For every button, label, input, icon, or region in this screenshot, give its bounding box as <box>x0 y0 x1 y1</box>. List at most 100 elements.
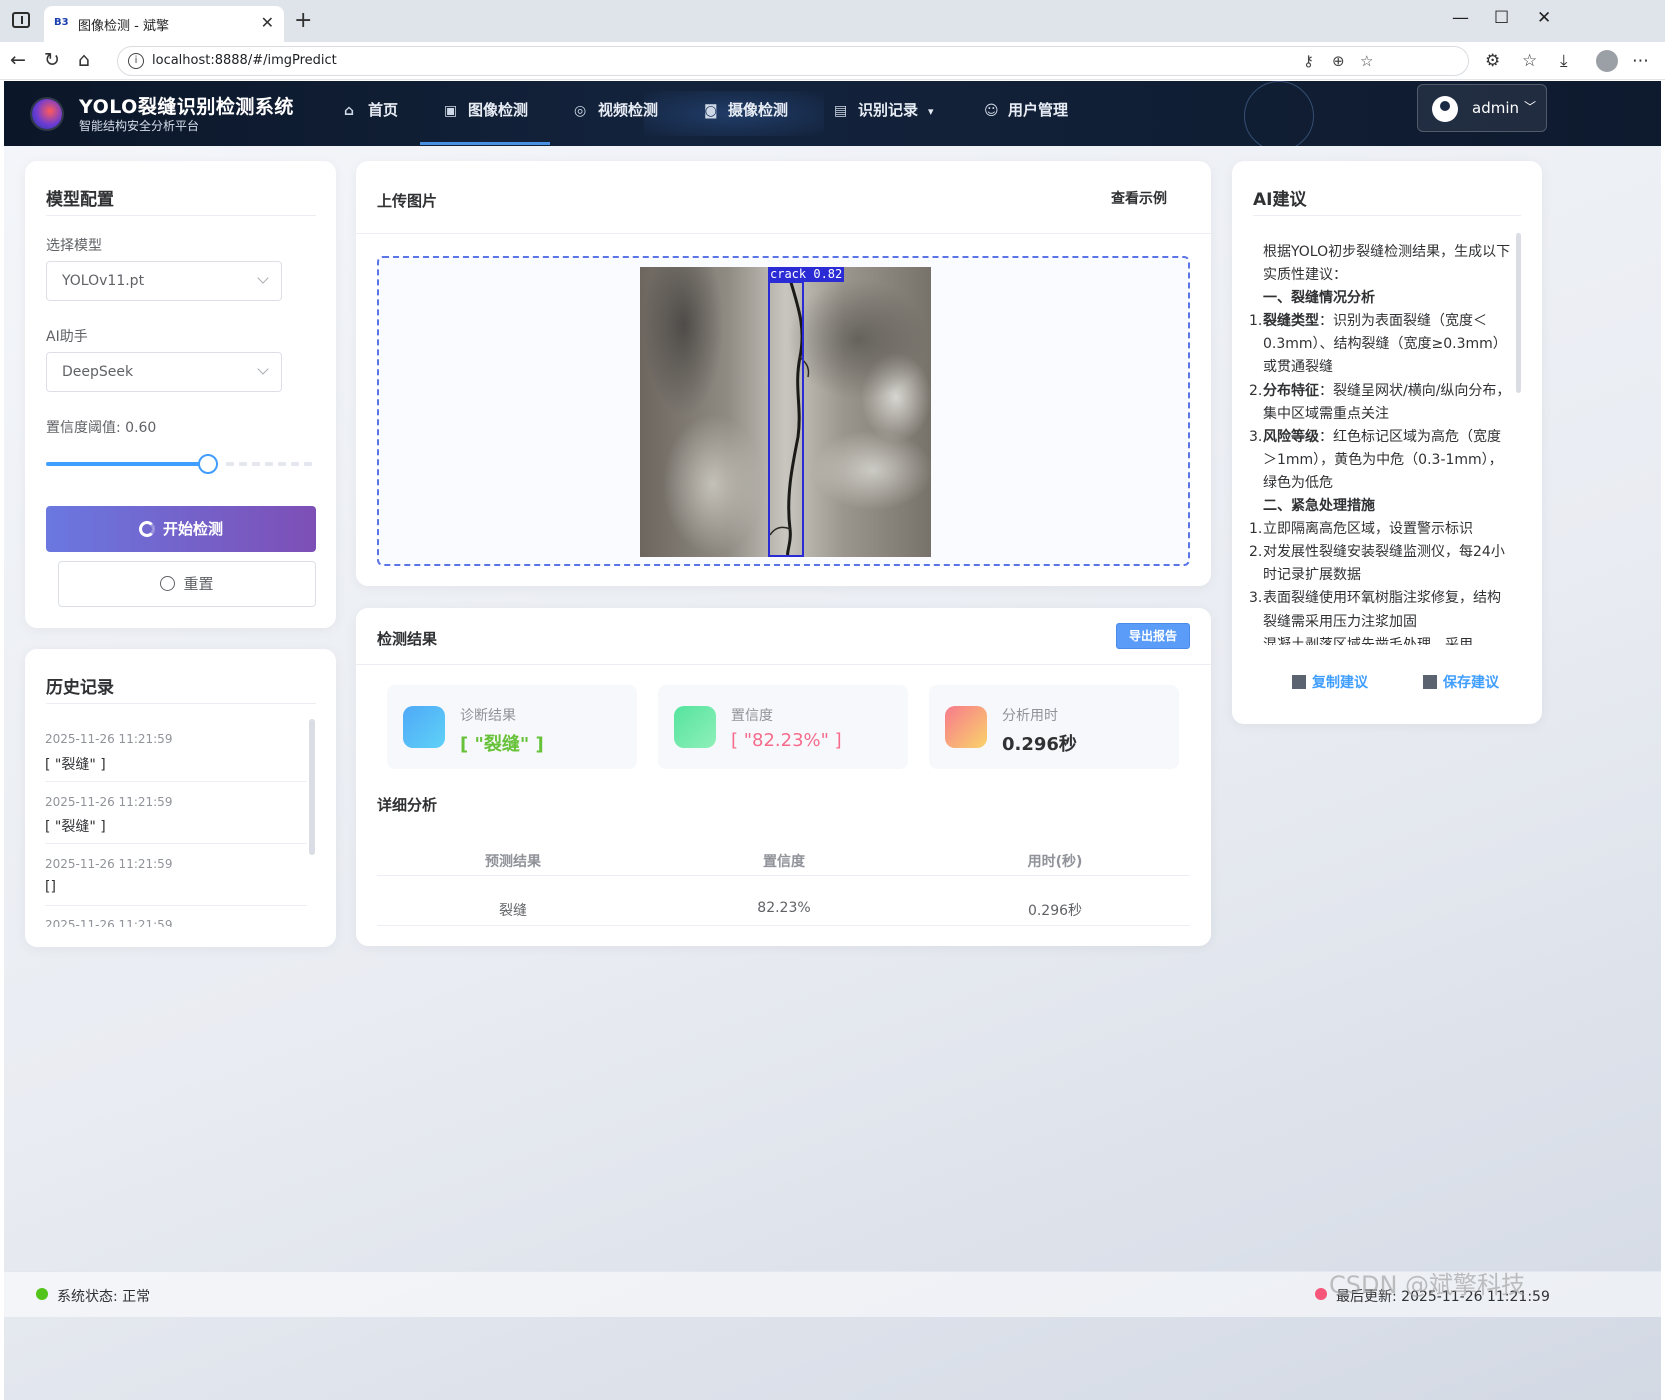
home-icon: ⌂ <box>344 103 355 119</box>
minimize-icon[interactable]: — <box>1452 8 1469 28</box>
slider-track-segment <box>239 462 247 466</box>
downloads-icon[interactable]: ⤓ <box>1560 51 1568 71</box>
play-icon: ◎ <box>574 103 587 119</box>
system-status: 系统状态: 正常 <box>57 1289 151 1305</box>
slider-track-segment <box>291 462 299 466</box>
detection-box <box>768 281 804 557</box>
chevron-down-icon: ▾ <box>928 105 934 118</box>
confidence-icon <box>674 706 716 748</box>
address-bar: ← ↻ ⌂ i localhost:8888/#/imgPredict ⚷ ⊕ … <box>0 42 1665 80</box>
export-report-button[interactable]: 导出报告 <box>1116 623 1190 649</box>
app-header: YOLO裂缝识别检测系统 智能结构安全分析平台 ⌂ 首页 ▣ 图像检测 ◎ 视频检测 … <box>4 81 1661 146</box>
time-value: 0.296秒 <box>1002 734 1077 755</box>
reload-icon[interactable]: ↻ <box>44 49 60 71</box>
slider-thumb[interactable] <box>198 454 218 474</box>
browser-tab[interactable]: B3 图像检测 - 斌擎 ✕ <box>44 6 284 42</box>
nav-image-detect[interactable]: ▣ 图像检测 <box>444 99 528 127</box>
extensions-icon[interactable]: ⚙ <box>1485 51 1500 71</box>
view-example-link[interactable]: 查看示例 <box>1111 188 1167 208</box>
watermark: CSDN @斌擎科技 <box>1329 1271 1526 1299</box>
table-header: 用时(秒) <box>1027 854 1083 870</box>
copy-icon <box>1292 675 1306 689</box>
app-root: YOLO裂缝识别检测系统 智能结构安全分析平台 ⌂ 首页 ▣ 图像检测 ◎ 视频检测 … <box>4 81 1661 1400</box>
slider-track-segment <box>278 462 286 466</box>
logo-icon <box>32 99 62 129</box>
timer-icon <box>945 706 987 748</box>
url-text: localhost:8888/#/imgPredict <box>152 53 337 68</box>
slider-track-segment <box>226 462 234 466</box>
home-icon[interactable]: ⌂ <box>78 49 90 71</box>
slider-fill <box>46 462 208 466</box>
ai-scrollbar[interactable] <box>1516 233 1521 393</box>
nav-home[interactable]: ⌂ 首页 <box>344 99 398 127</box>
reset-button[interactable]: 重置 <box>58 561 316 607</box>
ai-advice-content[interactable]: 根据YOLO初步裂缝检测结果，生成以下实质性建议： 一、裂缝情况分析 1. 裂缝类… <box>1249 233 1525 645</box>
more-icon[interactable]: ⋯ <box>1632 51 1649 71</box>
favorite-star-icon[interactable]: ☆ <box>1360 52 1373 70</box>
chevron-down-icon: ﹀ <box>1524 100 1537 114</box>
maximize-icon[interactable]: ☐ <box>1494 8 1509 28</box>
history-title: 历史记录 <box>46 678 114 698</box>
confidence-value: [ "82.23%" ] <box>731 730 842 751</box>
back-icon[interactable]: ← <box>10 49 26 71</box>
table-header: 置信度 <box>763 854 805 870</box>
favorites-icon[interactable]: ☆ <box>1522 51 1537 71</box>
save-advice-button[interactable]: 保存建议 <box>1423 672 1499 692</box>
stat-time: 分析用时 0.296秒 <box>929 685 1179 769</box>
refresh-icon <box>160 576 176 591</box>
update-dot <box>1315 1288 1327 1300</box>
profile-avatar[interactable] <box>1596 50 1618 72</box>
confidence-slider[interactable] <box>25 161 336 481</box>
model-config-card: 模型配置 选择模型 YOLOv11.pt AI助手 DeepSeek 置信度阈值… <box>25 161 336 628</box>
document-icon: ▤ <box>834 103 848 119</box>
image-icon: ▣ <box>444 103 458 119</box>
browser-tab-bar: B3 图像检测 - 斌擎 ✕ + — ☐ ✕ <box>0 0 1665 42</box>
ai-advice-card: AI建议 根据YOLO初步裂缝检测结果，生成以下实质性建议： 一、裂缝情况分析 … <box>1232 161 1542 724</box>
close-window-icon[interactable]: ✕ <box>1537 8 1551 28</box>
stat-diagnosis: 诊断结果 [ "裂缝" ] <box>387 685 637 769</box>
key-icon[interactable]: ⚷ <box>1303 52 1314 70</box>
history-list[interactable]: 2025-11-26 11:21:59 [ "裂缝" ] 2025-11-26 … <box>25 709 336 927</box>
window-menu-icon[interactable] <box>12 12 30 28</box>
slider-track-segment <box>252 462 260 466</box>
camera-icon: ◙ <box>704 103 718 119</box>
start-detect-button[interactable]: 开始检测 <box>46 506 316 552</box>
status-ok-dot <box>36 1288 48 1300</box>
user-name: admin <box>1472 99 1519 117</box>
upload-card: 上传图片 查看示例 crack 0.82 <box>356 161 1211 586</box>
detection-label: crack 0.82 <box>768 267 845 282</box>
site-info-icon[interactable]: i <box>128 53 144 69</box>
stat-confidence: 置信度 [ "82.23%" ] <box>658 685 908 769</box>
nav-camera-detect[interactable]: ◙ 摄像检测 <box>704 99 788 127</box>
upload-title: 上传图片 <box>377 192 438 210</box>
user-menu[interactable]: admin ﹀ <box>1417 84 1547 132</box>
history-card: 历史记录 2025-11-26 11:21:59 [ "裂缝" ] 2025-1… <box>25 649 336 947</box>
upload-dropzone[interactable]: crack 0.82 <box>377 256 1190 566</box>
nav-records[interactable]: ▤ 识别记录 ▾ <box>834 99 934 127</box>
favicon-icon: B3 <box>54 17 69 28</box>
slider-track-segment <box>304 462 312 466</box>
tab-title: 图像检测 - 斌擎 <box>78 19 169 34</box>
loading-icon <box>138 521 155 537</box>
results-title: 检测结果 <box>377 630 438 648</box>
close-tab-icon[interactable]: ✕ <box>261 13 274 32</box>
copy-advice-button[interactable]: 复制建议 <box>1292 672 1368 692</box>
detail-title: 详细分析 <box>377 796 438 814</box>
nav-video-detect[interactable]: ◎ 视频检测 <box>574 99 658 127</box>
user-icon: ☺ <box>984 103 999 119</box>
url-field[interactable]: i localhost:8888/#/imgPredict ⚷ ⊕ ☆ <box>117 46 1469 76</box>
save-icon <box>1423 675 1437 689</box>
app-title: YOLO裂缝识别检测系统 <box>79 96 294 118</box>
history-scrollbar[interactable] <box>309 719 315 855</box>
ai-title: AI建议 <box>1253 190 1307 210</box>
new-tab-icon[interactable]: + <box>294 8 312 33</box>
results-card: 检测结果 导出报告 诊断结果 [ "裂缝" ] 置信度 [ "82.23%" ]… <box>356 608 1211 946</box>
zoom-icon[interactable]: ⊕ <box>1332 52 1345 70</box>
nav-user-manage[interactable]: ☺ 用户管理 <box>984 99 1068 127</box>
diagnosis-icon <box>403 706 445 748</box>
detected-image: crack 0.82 <box>640 267 931 557</box>
app-subtitle: 智能结构安全分析平台 <box>79 119 200 133</box>
slider-track-segment <box>265 462 273 466</box>
nav-active-indicator <box>420 142 550 145</box>
table-header: 预测结果 <box>485 854 541 870</box>
